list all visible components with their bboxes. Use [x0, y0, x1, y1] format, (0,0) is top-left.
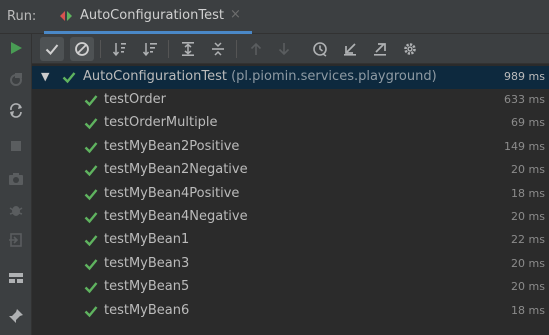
- test-method-name: testOrderMultiple: [104, 115, 218, 131]
- test-row[interactable]: testMyBean4Positive 18 ms: [32, 183, 549, 206]
- rerun-icon[interactable]: [8, 40, 24, 56]
- test-duration: 633 ms: [504, 93, 545, 106]
- test-row[interactable]: testMyBean6 18 ms: [32, 300, 549, 323]
- test-row[interactable]: testOrder 633 ms: [32, 89, 549, 112]
- test-method-name: testMyBean3: [104, 255, 190, 271]
- test-duration: 18 ms: [511, 303, 545, 317]
- previous-failed-button[interactable]: [244, 37, 268, 61]
- sort-duration-icon: [142, 43, 157, 57]
- next-failed-button[interactable]: [272, 37, 296, 61]
- check-icon: [45, 44, 59, 55]
- left-toolbar: [0, 34, 32, 335]
- test-history-button[interactable]: [308, 37, 332, 61]
- rerun-failed-icon[interactable]: [8, 72, 24, 88]
- test-method-name: testMyBean2Negative: [104, 162, 248, 178]
- test-duration: 18 ms: [511, 186, 545, 200]
- test-duration: 20 ms: [511, 280, 545, 294]
- test-row[interactable]: testMyBean2Negative 20 ms: [32, 159, 549, 182]
- test-row[interactable]: testMyBean5 20 ms: [32, 276, 549, 299]
- test-results-tree: ▼ AutoConfigurationTest (pl.piomin.servi…: [32, 64, 549, 335]
- test-passed-icon: [84, 212, 98, 224]
- settings-button[interactable]: [398, 37, 422, 61]
- test-method-name: testMyBean2Positive: [104, 138, 240, 154]
- test-row[interactable]: testMyBean1 22 ms: [32, 229, 549, 252]
- arrow-down-icon: [278, 43, 290, 56]
- test-passed-icon: [84, 305, 98, 317]
- junit-config-icon: [58, 8, 74, 28]
- test-method-name: testMyBean5: [104, 279, 190, 295]
- test-row[interactable]: testMyBean3 20 ms: [32, 253, 549, 276]
- collapse-all-icon: [212, 42, 224, 56]
- close-icon[interactable]: ×: [230, 7, 241, 22]
- test-method-name: testMyBean4Negative: [104, 209, 248, 224]
- import-icon: [344, 43, 356, 56]
- debug-icon[interactable]: [8, 202, 24, 218]
- sort-by-duration-button[interactable]: [138, 37, 162, 61]
- collapse-all-button[interactable]: [206, 37, 230, 61]
- exit-icon[interactable]: [8, 232, 24, 248]
- test-duration: 22 ms: [511, 233, 545, 247]
- arrow-up-icon: [250, 42, 262, 55]
- test-row[interactable]: testMyBean4Negative 20 ms: [32, 206, 549, 229]
- export-icon: [374, 43, 386, 56]
- run-label: Run:: [7, 9, 37, 24]
- test-row[interactable]: testMyBean2Positive 149 ms: [32, 136, 549, 159]
- test-duration: 149 ms: [504, 139, 545, 153]
- test-runner-toolbar: [32, 34, 549, 64]
- run-tool-window-header: Run: AutoConfigurationTest ×: [0, 0, 549, 34]
- test-method-name: testMyBean6: [104, 302, 190, 318]
- toggle-auto-test-icon[interactable]: [8, 102, 24, 118]
- test-passed-icon: [84, 95, 98, 107]
- test-duration: 989 ms: [504, 70, 545, 83]
- run-tab-title: AutoConfigurationTest: [80, 8, 224, 23]
- test-method-name: testMyBean4Positive: [104, 185, 240, 201]
- expand-all-button[interactable]: [176, 37, 200, 61]
- test-passed-icon: [84, 165, 98, 177]
- test-passed-icon: [84, 282, 98, 294]
- stop-icon[interactable]: [8, 138, 24, 154]
- sort-alpha-icon: [112, 43, 126, 57]
- test-class-package: (pl.piomin.services.playground): [231, 69, 437, 84]
- toolbar-separator: [168, 40, 169, 58]
- test-row[interactable]: testOrderMultiple 69 ms: [32, 112, 549, 135]
- toolbar-separator: [236, 40, 237, 58]
- test-method-name: testOrder: [104, 92, 166, 107]
- layout-icon[interactable]: [8, 270, 24, 286]
- test-duration: 69 ms: [511, 116, 545, 130]
- show-ignored-toggle[interactable]: [70, 37, 94, 61]
- expand-all-icon: [182, 42, 194, 56]
- pin-icon[interactable]: [8, 308, 24, 324]
- history-icon: [313, 42, 327, 57]
- test-duration: 20 ms: [511, 256, 545, 270]
- export-results-button[interactable]: [368, 37, 392, 61]
- test-class-name: AutoConfigurationTest (pl.piomin.service…: [83, 69, 437, 84]
- cancel-circle-icon: [75, 42, 89, 56]
- gear-icon: [404, 43, 416, 55]
- test-passed-icon: [84, 118, 98, 130]
- test-duration: 20 ms: [511, 210, 545, 223]
- test-passed-icon: [62, 72, 76, 84]
- test-passed-icon: [84, 188, 98, 200]
- test-passed-icon: [84, 259, 98, 271]
- test-duration: 20 ms: [511, 163, 545, 177]
- tree-root-row[interactable]: ▼ AutoConfigurationTest (pl.piomin.servi…: [32, 66, 549, 89]
- run-tab[interactable]: AutoConfigurationTest ×: [44, 0, 252, 34]
- expand-arrow-icon[interactable]: ▼: [41, 70, 49, 83]
- import-tests-button[interactable]: [338, 37, 362, 61]
- toolbar-separator: [100, 40, 101, 58]
- screenshot-icon[interactable]: [8, 171, 24, 187]
- test-passed-icon: [84, 235, 98, 247]
- test-method-name: testMyBean1: [104, 232, 190, 248]
- show-passed-toggle[interactable]: [40, 37, 64, 61]
- sort-alphabetically-button[interactable]: [108, 37, 132, 61]
- test-passed-icon: [84, 142, 98, 154]
